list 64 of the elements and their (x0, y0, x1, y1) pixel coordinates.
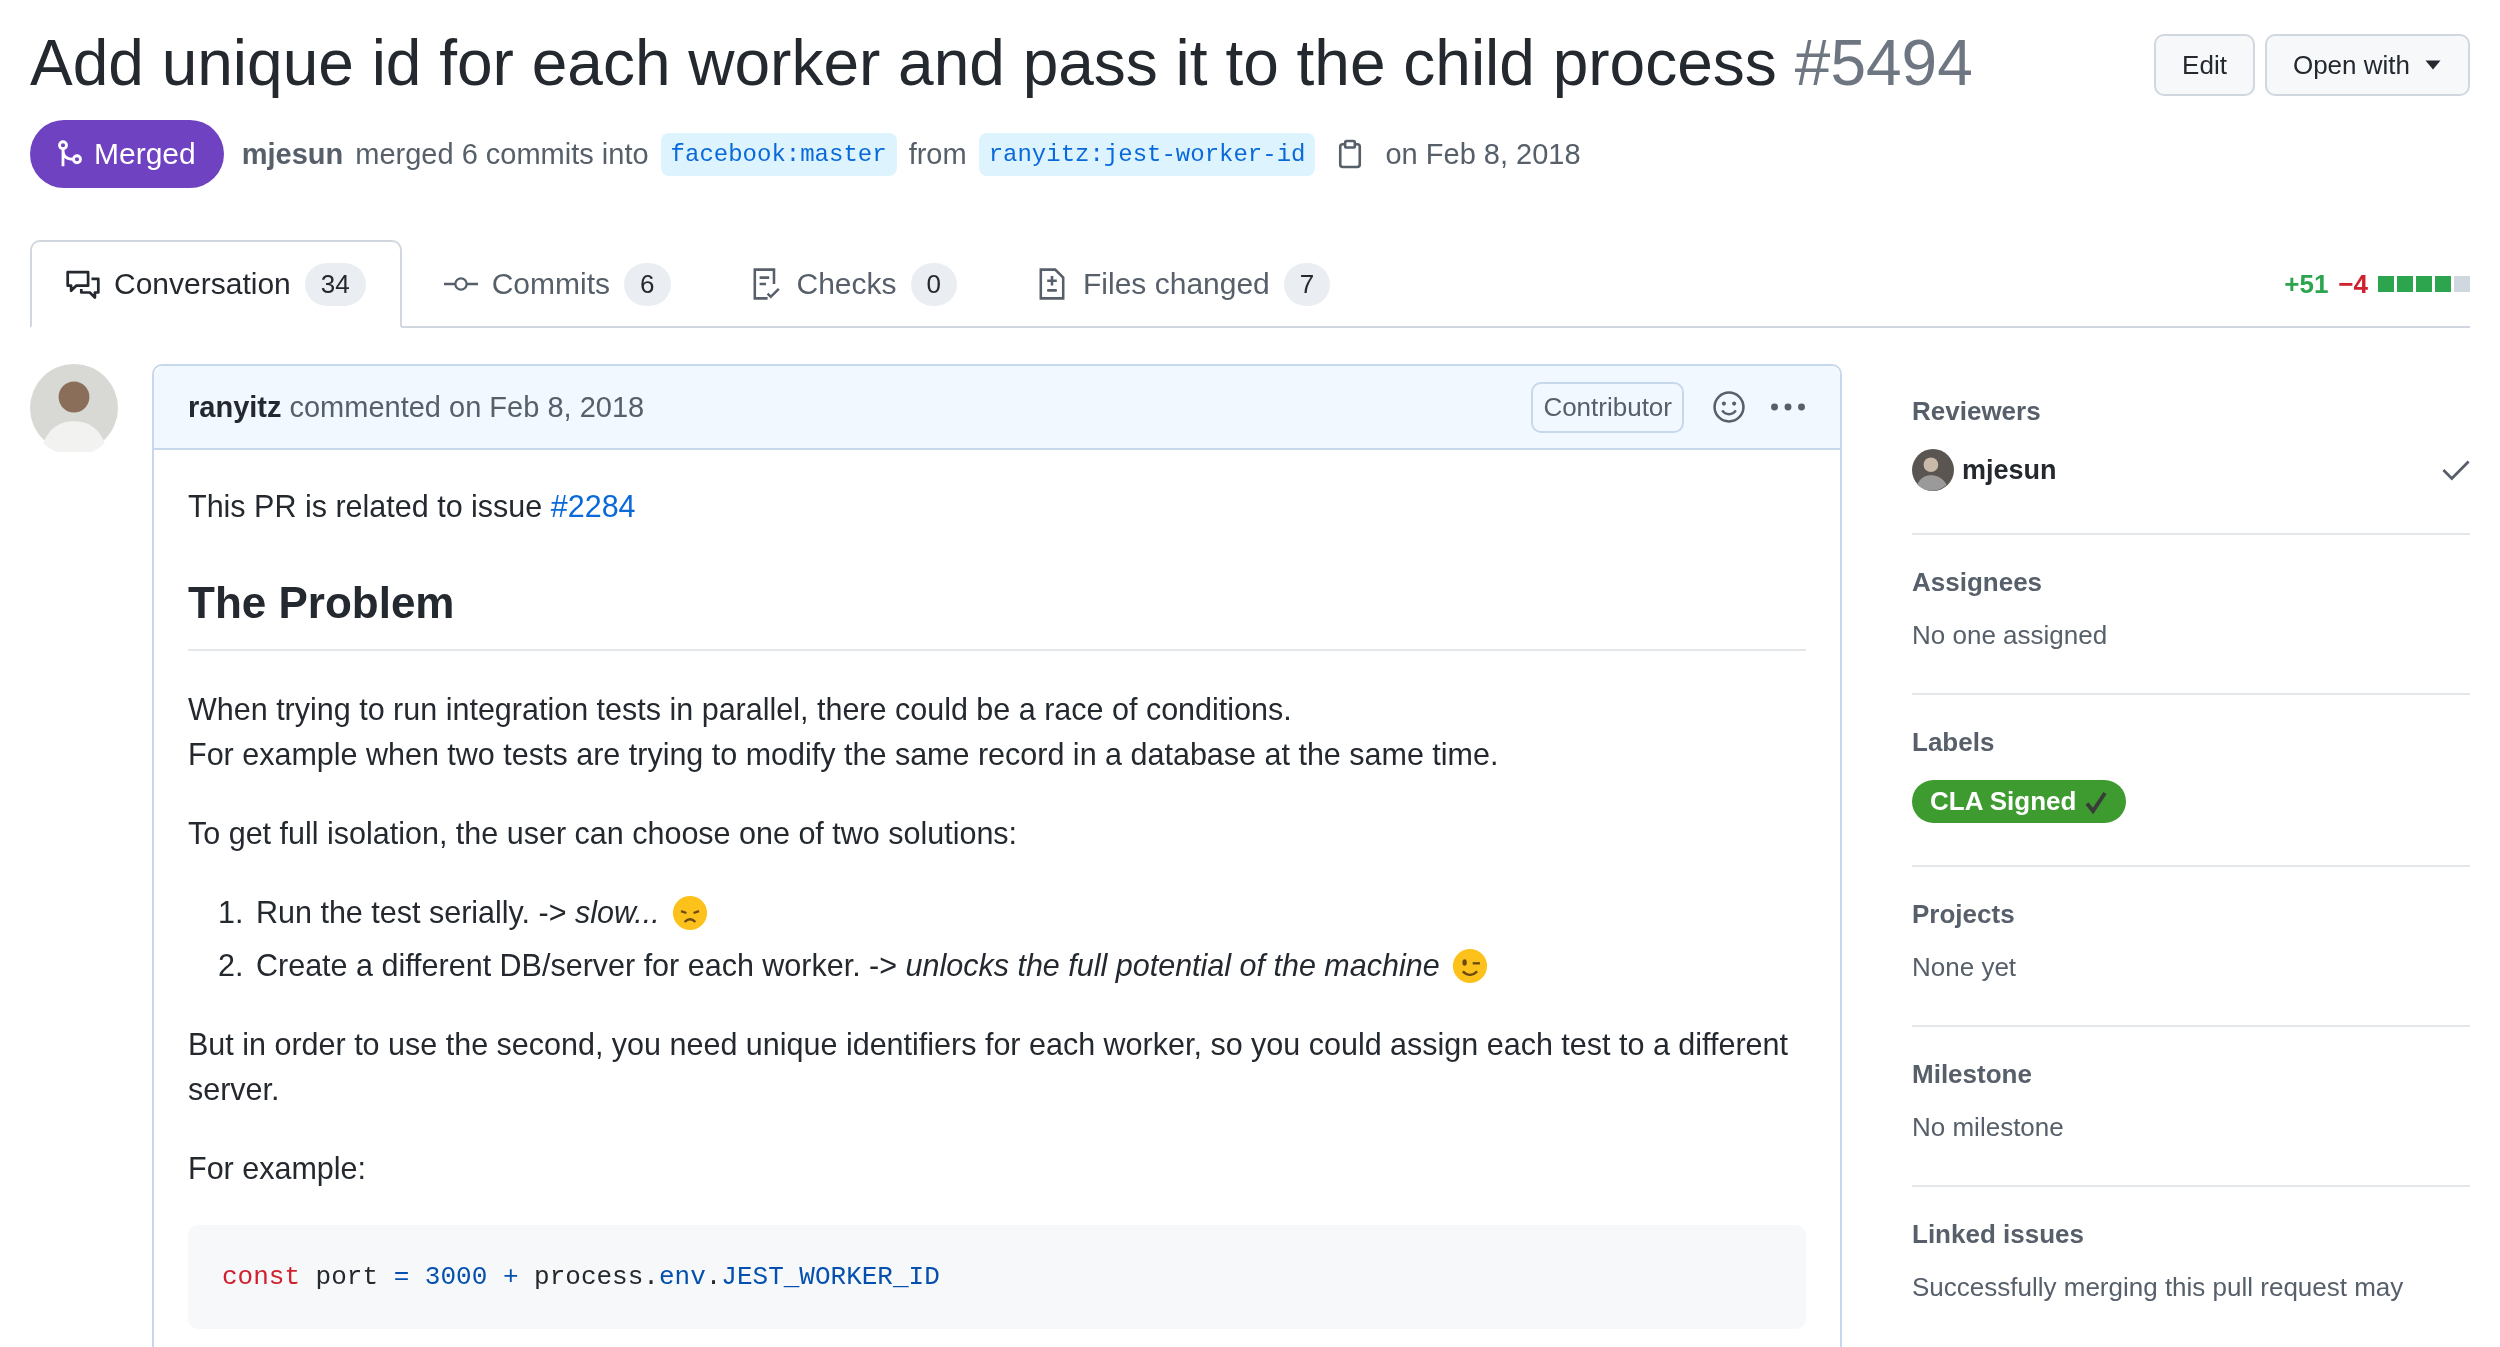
caret-icon (2424, 59, 2442, 71)
tab-label: Files changed (1083, 267, 1270, 301)
list-number: 1. (218, 894, 245, 931)
copy-icon[interactable] (1337, 139, 1364, 169)
tab-counter: 34 (304, 262, 366, 306)
winking-face-icon (1451, 947, 1488, 984)
sidebar-heading[interactable]: Milestone (1912, 1059, 2470, 1090)
comment-author[interactable]: ranyitz (188, 390, 282, 424)
tab[interactable]: Checks 0 (712, 240, 993, 326)
tab-counter: 7 (1283, 262, 1331, 306)
open-with-button[interactable]: Open with (2264, 34, 2470, 96)
sidebar-heading[interactable]: Linked issues (1912, 1219, 2470, 1250)
list-number: 2. (218, 947, 245, 984)
user-avatar[interactable] (30, 364, 118, 452)
comment-time: commented on Feb 8, 2018 (289, 390, 645, 424)
issue-link[interactable]: #2284 (550, 489, 636, 523)
paragraph: To get full isolation, the user can choose one of two solutions: (188, 815, 1019, 853)
edit-button[interactable]: Edit (2154, 34, 2255, 96)
sidebar-heading[interactable]: Labels (1912, 727, 2470, 758)
branch-link[interactable]: ranyitz:jest-worker-id (978, 132, 1316, 176)
speech-bubbles-icon (66, 268, 100, 300)
deletions-count: −4 (2338, 268, 2368, 300)
paragraph-line: When trying to run integration tests in parallel, there could be a race of conditions. (188, 691, 1293, 729)
paragraph: For example: (188, 1150, 367, 1188)
tab[interactable]: Conversation 34 (30, 240, 402, 328)
merged-badge: Merged (30, 120, 224, 188)
paragraph: But in order to use the second, you need unique identifiers for each worker, so you could assign each test to a different server. (188, 1026, 1789, 1108)
tab-label: Conversation (114, 267, 291, 301)
list-item-text: Run the test serially. -> slow... (256, 894, 660, 932)
sidebar-heading[interactable]: Projects (1912, 899, 2470, 930)
tab[interactable]: Commits 6 (407, 240, 707, 326)
sidebar-heading[interactable]: Assignees (1912, 567, 2470, 598)
tab-counter: 0 (910, 262, 957, 306)
list-item-text: Create a different DB/server for each worker. -> unlocks the full potential of the machine (256, 947, 1440, 985)
reviewer-name[interactable]: mjesun (1962, 454, 2057, 486)
additions-count: +51 (2284, 268, 2329, 300)
code-line: const port = 3000 + process.env.JEST_WORKER_ID (222, 1262, 940, 1292)
merge-text: merged 6 commits into (355, 137, 649, 171)
merge-date: on Feb 8, 2018 (1385, 137, 1581, 171)
paragraph: This PR is related to issue #2284 (188, 488, 637, 525)
sad-face-icon (671, 894, 708, 931)
sidebar-text: No one assigned (1912, 620, 2109, 651)
sidebar-heading[interactable]: Reviewers (1912, 396, 2470, 427)
sidebar-text: No milestone (1912, 1112, 2065, 1143)
more-options-icon[interactable] (1770, 402, 1806, 412)
from-text: from (908, 137, 967, 171)
check-icon (2084, 789, 2109, 814)
paragraph-line: For example when two tests are trying to modify the same record in a database at the same time. (188, 736, 1500, 774)
smiley-icon[interactable] (1712, 390, 1746, 424)
tab-label: Commits (491, 267, 611, 301)
label-tag[interactable]: CLA Signed (1912, 780, 2127, 823)
tab[interactable]: Files changed 7 (999, 240, 1367, 326)
author-link[interactable]: mjesun (241, 137, 344, 171)
sidebar-text: Successfully merging this pull request may (1912, 1272, 2405, 1303)
pr-title: Add unique id for each worker and pass it to the child process (30, 26, 1777, 101)
section-heading: The Problem (188, 573, 1806, 651)
sidebar-text: None yet (1912, 952, 2018, 983)
tab-counter: 6 (624, 262, 671, 306)
contributor-badge: Contributor (1531, 381, 1684, 433)
merge-icon (56, 139, 84, 169)
branch-link[interactable]: facebook:master (660, 132, 897, 176)
tab-label: Checks (796, 267, 897, 301)
pr-number: #5494 (1794, 26, 1973, 101)
reviewer-avatar (1912, 449, 1954, 491)
